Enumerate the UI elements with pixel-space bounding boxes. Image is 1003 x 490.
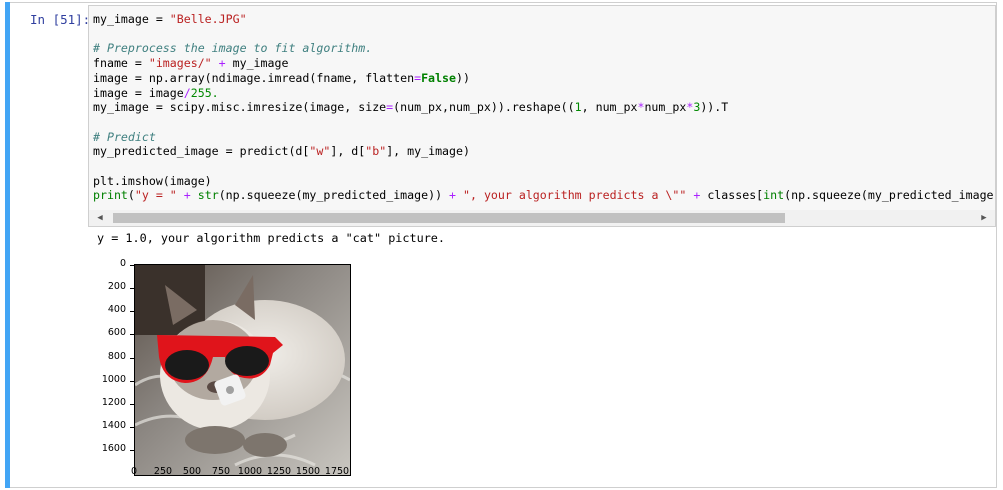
y-tick-mark bbox=[130, 450, 134, 451]
y-tick-mark bbox=[130, 265, 134, 266]
cell-output-text: y = 1.0, your algorithm predicts a "cat"… bbox=[97, 231, 446, 245]
imshow-plot: 0 200 400 600 800 1000 1200 1400 1600 0 … bbox=[90, 254, 360, 484]
y-tick-mark bbox=[130, 381, 134, 382]
code-line-12: plt.imshow(image) bbox=[93, 173, 212, 188]
y-tick-label: 0 bbox=[119, 258, 126, 269]
code-line-13: print("y = " + str(np.squeeze(my_predict… bbox=[93, 188, 996, 203]
y-tick-mark bbox=[130, 427, 134, 428]
scrollbar-thumb[interactable] bbox=[113, 213, 785, 223]
y-tick-mark bbox=[130, 334, 134, 335]
scroll-right-arrow-icon[interactable]: ▶ bbox=[979, 213, 989, 223]
code-line-9: # Predict bbox=[93, 129, 156, 144]
y-tick-label: 1200 bbox=[101, 397, 126, 408]
cat-with-red-sunglasses-image bbox=[134, 264, 351, 476]
x-tick-label: 1750 bbox=[324, 466, 350, 477]
horizontal-scrollbar[interactable]: ◀ ▶ bbox=[89, 210, 995, 226]
scroll-left-arrow-icon[interactable]: ◀ bbox=[95, 213, 105, 223]
input-prompt: In [51]: bbox=[30, 12, 91, 27]
y-tick-label: 1000 bbox=[101, 374, 126, 385]
y-tick-mark bbox=[130, 311, 134, 312]
y-tick-label: 1600 bbox=[101, 443, 126, 454]
y-tick-label: 400 bbox=[107, 304, 126, 315]
code-line-7: my_image = scipy.misc.imresize(image, si… bbox=[93, 100, 729, 115]
x-tick-label: 1000 bbox=[237, 466, 263, 477]
code-input-area[interactable]: mmy_image = "Belle.JPG" # Preprocess the… bbox=[88, 5, 996, 227]
x-tick-label: 1500 bbox=[295, 466, 321, 477]
code-line-5: image = np.array(ndimage.imread(fname, f… bbox=[93, 70, 470, 85]
code-line-6: image = image/255. bbox=[93, 85, 219, 100]
x-tick-label: 500 bbox=[182, 466, 202, 477]
y-tick-label: 600 bbox=[107, 327, 126, 338]
cat-image-svg bbox=[135, 265, 350, 475]
x-tick-label: 0 bbox=[130, 466, 138, 477]
code-line-1: mmy_image = "Belle.JPG" bbox=[93, 12, 247, 26]
x-tick-label: 1250 bbox=[266, 466, 292, 477]
x-tick-label: 750 bbox=[211, 466, 231, 477]
y-tick-mark bbox=[130, 288, 134, 289]
y-tick-label: 200 bbox=[107, 281, 126, 292]
code-line-10: my_predicted_image = predict(d["w"], d["… bbox=[93, 144, 470, 159]
code-line-4: fname = "images/" + my_image bbox=[93, 56, 289, 71]
y-tick-mark bbox=[130, 358, 134, 359]
y-tick-label: 800 bbox=[107, 351, 126, 362]
x-tick-label: 250 bbox=[153, 466, 173, 477]
y-tick-mark bbox=[130, 404, 134, 405]
cell-selected-indicator bbox=[5, 2, 10, 488]
y-tick-label: 1400 bbox=[101, 420, 126, 431]
code-line-3: # Preprocess the image to fit algorithm. bbox=[93, 41, 373, 56]
code-editor[interactable]: mmy_image = "Belle.JPG" # Preprocess the… bbox=[93, 12, 996, 203]
